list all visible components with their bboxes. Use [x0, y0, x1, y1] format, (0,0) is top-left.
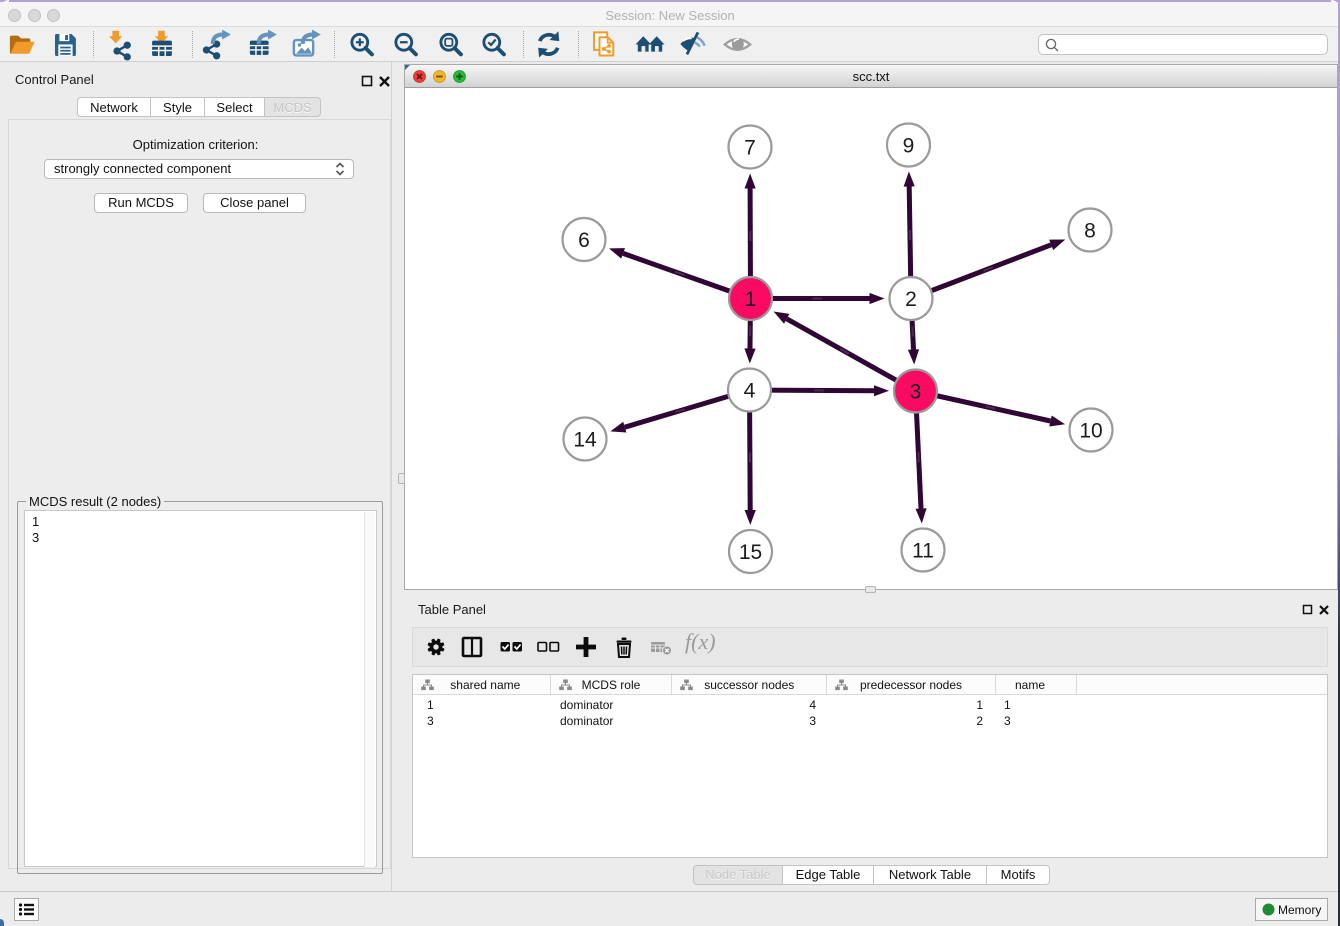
svg-text:9: 9 — [903, 135, 915, 158]
svg-text:6: 6 — [578, 229, 590, 252]
svg-text:2: 2 — [905, 288, 917, 311]
svg-text:3: 3 — [910, 381, 922, 404]
svg-text:7: 7 — [744, 137, 756, 160]
svg-text:15: 15 — [739, 541, 762, 564]
svg-text:11: 11 — [912, 540, 934, 563]
svg-text:4: 4 — [744, 380, 756, 403]
svg-text:14: 14 — [573, 429, 597, 452]
svg-text:10: 10 — [1079, 420, 1102, 443]
svg-text:8: 8 — [1084, 220, 1096, 243]
svg-text:1: 1 — [745, 288, 757, 311]
